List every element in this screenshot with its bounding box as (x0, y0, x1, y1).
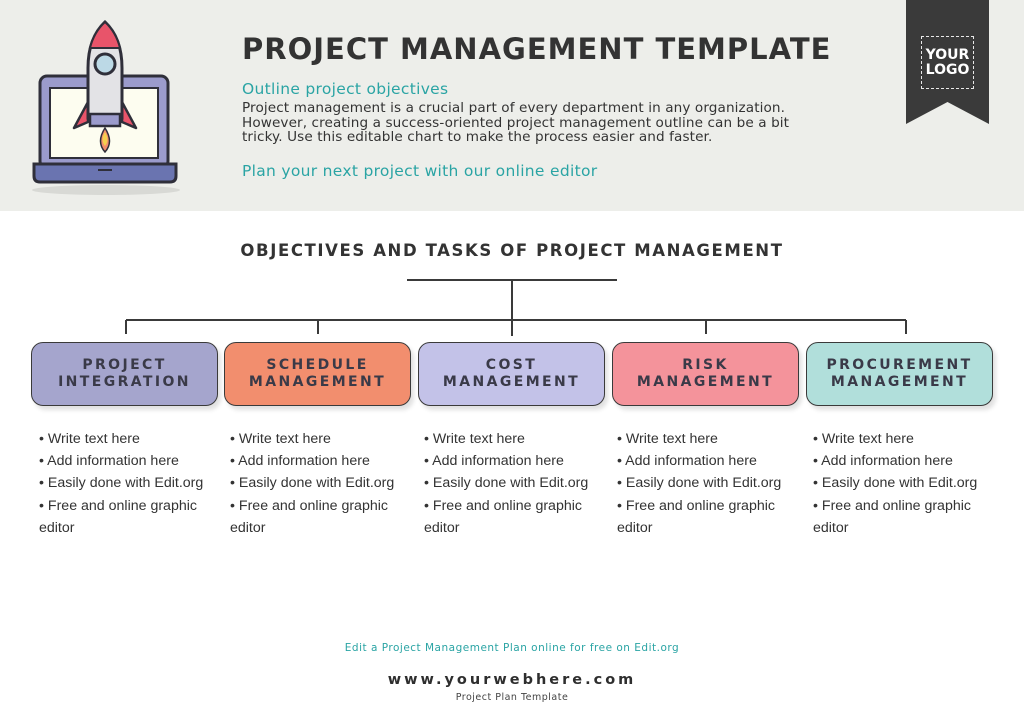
page-title: PROJECT MANAGEMENT TEMPLATE (242, 32, 832, 66)
node-label-line2: MANAGEMENT (442, 374, 581, 390)
node-procurement-management[interactable]: PROCUREMENT MANAGEMENT (806, 342, 993, 406)
list-item: • Easily done with Edit.org (39, 475, 204, 492)
footer-website[interactable]: www.yourwebhere.com (0, 672, 1024, 688)
list-item: • Free and online graphic editor (813, 497, 971, 536)
logo-line1: YOUR (925, 46, 970, 63)
list-item: • Add information here (230, 453, 370, 470)
node-cost-management[interactable]: COST MANAGEMENT (418, 342, 605, 406)
list-item: • Easily done with Edit.org (813, 475, 978, 492)
task-list-cost-management: • Write text here • Add information here… (424, 428, 609, 539)
list-item: • Easily done with Edit.org (617, 475, 782, 492)
node-project-integration[interactable]: PROJECT INTEGRATION (31, 342, 218, 406)
list-item: • Free and online graphic editor (424, 497, 582, 536)
list-item: • Write text here (617, 431, 718, 447)
footer-caption: Project Plan Template (455, 692, 569, 703)
list-item: • Free and online graphic editor (230, 497, 388, 536)
rocket-laptop-icon (32, 19, 180, 195)
node-label-line2: MANAGEMENT (830, 374, 969, 390)
node-label-line1: SCHEDULE (266, 357, 369, 373)
list-item: • Free and online graphic editor (617, 497, 775, 536)
task-list-procurement-management: • Write text here • Add information here… (813, 428, 998, 539)
node-label-line1: RISK (682, 357, 729, 373)
list-item: • Add information here (424, 453, 564, 470)
node-label-line1: PROJECT (82, 357, 167, 373)
list-item: • Write text here (230, 431, 331, 447)
node-risk-management[interactable]: RISK MANAGEMENT (612, 342, 799, 406)
list-item: • Easily done with Edit.org (424, 475, 589, 492)
cta-link[interactable]: Plan your next project with our online e… (242, 162, 597, 180)
list-item: • Write text here (39, 431, 140, 447)
task-list-project-integration: • Write text here • Add information here… (39, 428, 224, 539)
description: Project management is a crucial part of … (242, 100, 790, 146)
list-item: • Write text here (424, 431, 525, 447)
list-item: • Write text here (813, 431, 914, 447)
list-item: • Easily done with Edit.org (230, 475, 395, 492)
tree-connectors (125, 279, 907, 336)
task-list-schedule-management: • Write text here • Add information here… (230, 428, 415, 539)
node-label-line1: PROCUREMENT (826, 357, 973, 373)
list-item: • Add information here (617, 453, 757, 470)
node-schedule-management[interactable]: SCHEDULE MANAGEMENT (224, 342, 411, 406)
subtitle: Outline project objectives (242, 80, 449, 98)
node-label-line2: MANAGEMENT (248, 374, 387, 390)
list-item: • Free and online graphic editor (39, 497, 197, 536)
node-label-line2: MANAGEMENT (636, 374, 775, 390)
node-label-line1: COST (485, 357, 538, 373)
footer-edit-link[interactable]: Edit a Project Management Plan online fo… (0, 642, 1024, 654)
diagram-title: OBJECTIVES AND TASKS OF PROJECT MANAGEME… (240, 241, 784, 260)
logo-line2: LOGO (925, 61, 970, 78)
logo-placeholder[interactable]: YOUR LOGO (921, 36, 974, 89)
task-list-risk-management: • Write text here • Add information here… (617, 428, 802, 539)
list-item: • Add information here (813, 453, 953, 470)
list-item: • Add information here (39, 453, 179, 470)
node-label-line2: INTEGRATION (58, 374, 191, 390)
header-banner: PROJECT MANAGEMENT TEMPLATE Outline proj… (0, 0, 1024, 211)
